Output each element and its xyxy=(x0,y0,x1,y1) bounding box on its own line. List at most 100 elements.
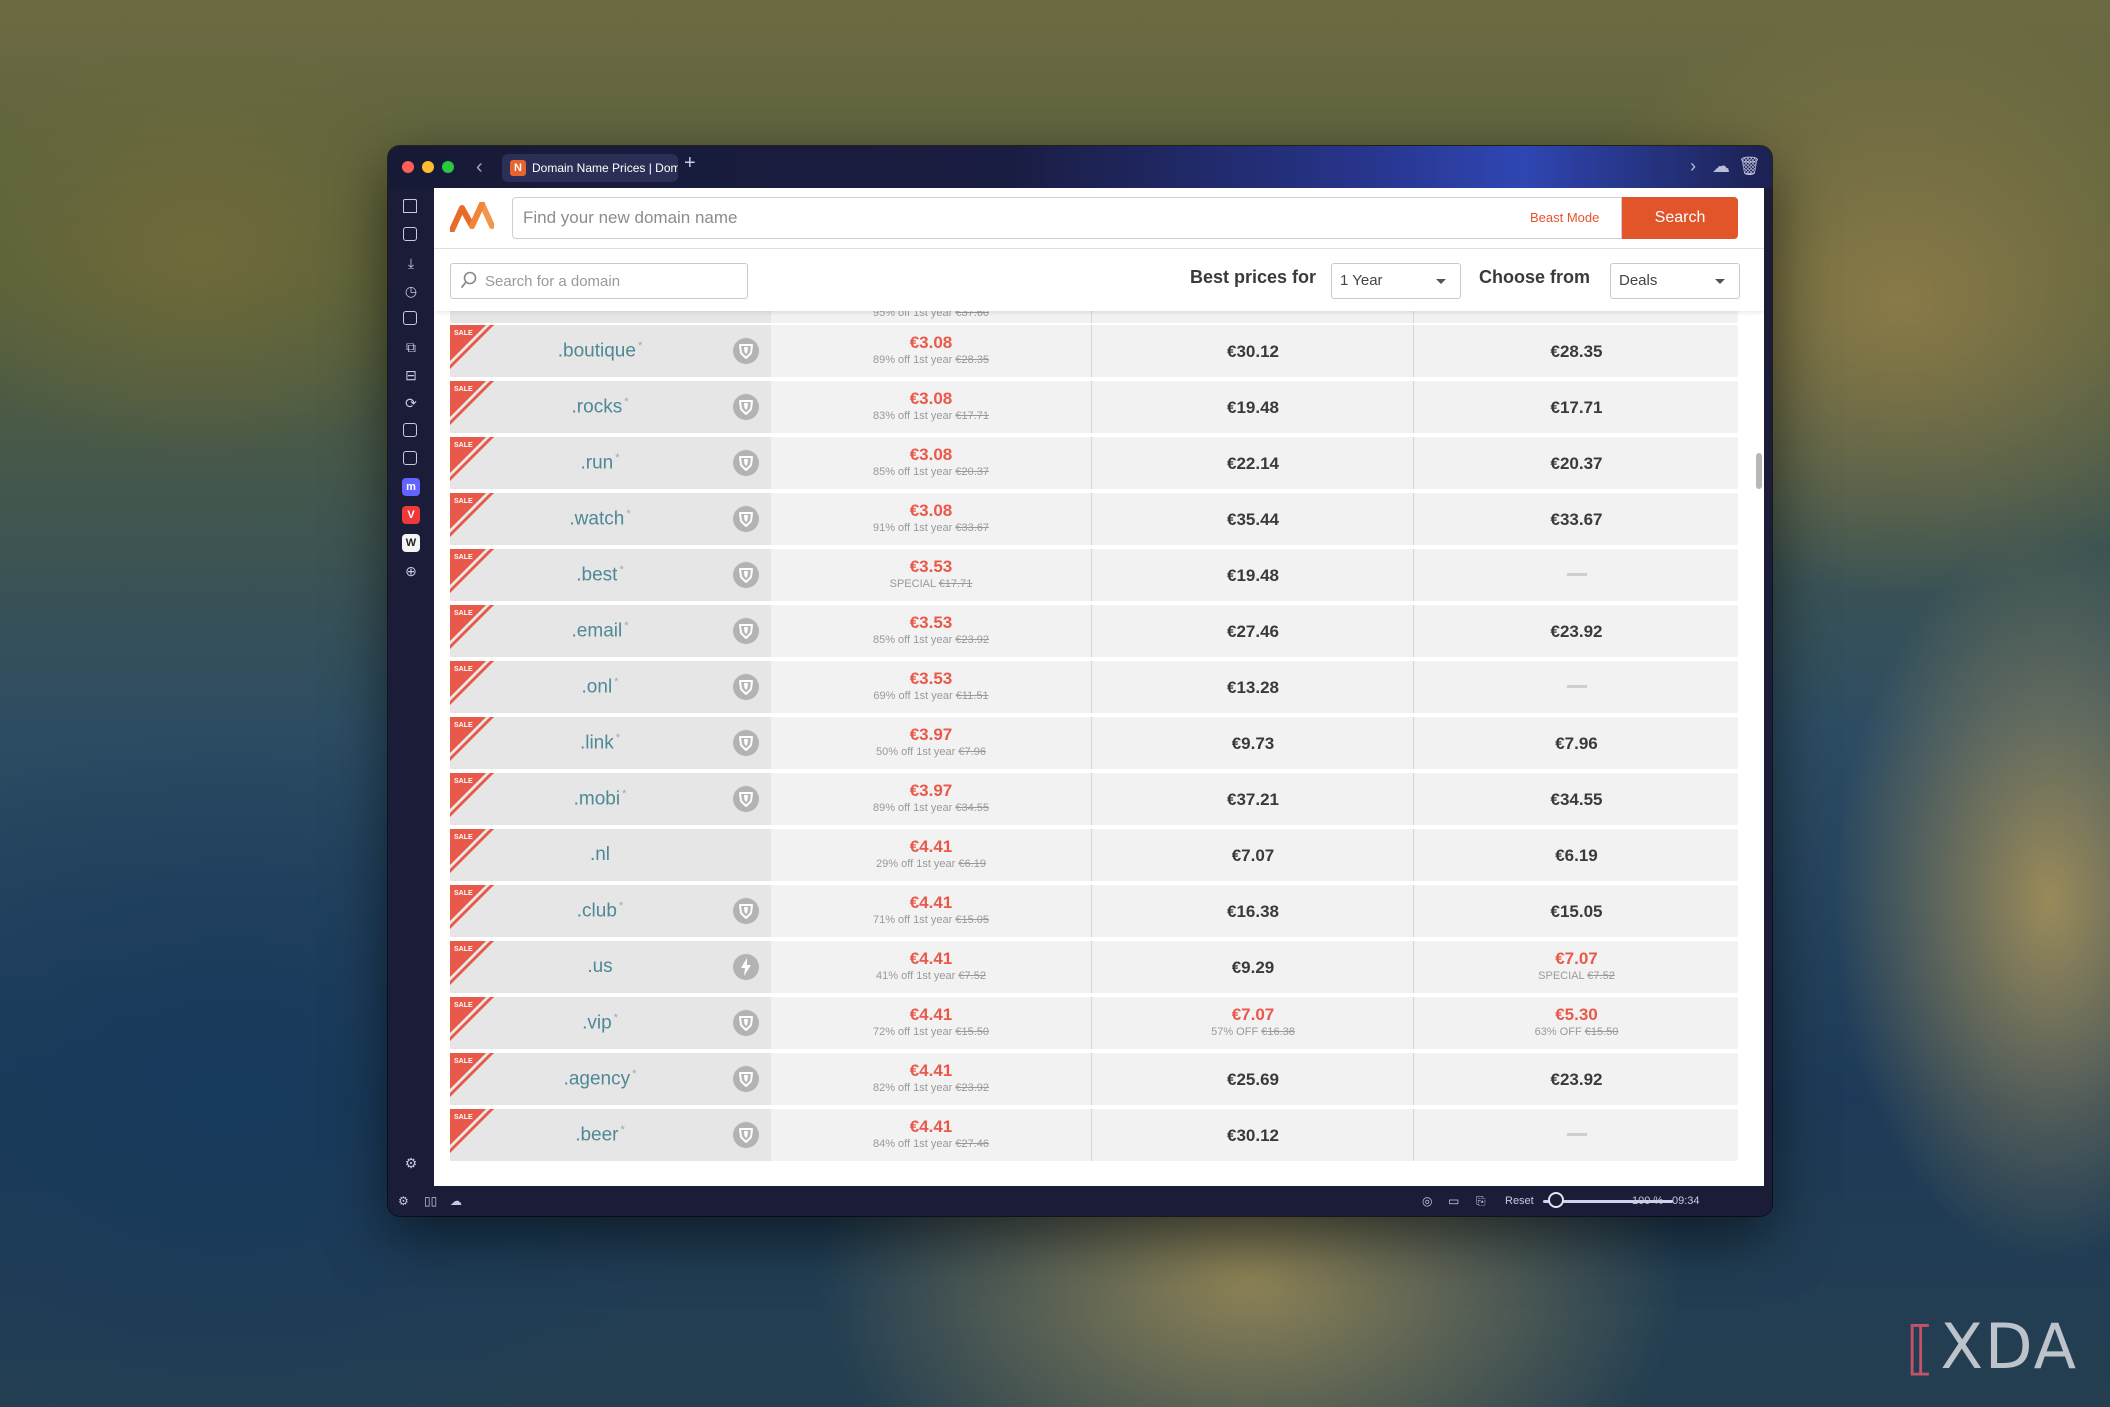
trash-icon[interactable]: 🗑 xyxy=(1738,156,1761,177)
shield-icon[interactable] xyxy=(732,561,760,589)
tld-name[interactable]: .email * xyxy=(510,620,690,642)
tld-name[interactable]: .boutique * xyxy=(510,340,690,362)
tld-name[interactable]: .us xyxy=(510,956,690,978)
shield-icon[interactable] xyxy=(732,337,760,365)
table-row[interactable]: SALE .us €4.41 41% off 1st year €7.52 €9.29 €… xyxy=(450,941,1738,993)
minimize-window-button[interactable] xyxy=(422,161,434,173)
tld-name[interactable]: .onl * xyxy=(510,676,690,698)
namecheap-logo-icon[interactable] xyxy=(450,202,494,232)
register-price-cell: €4.41 41% off 1st year €7.52 xyxy=(771,941,1091,993)
tld-name[interactable]: .best * xyxy=(510,564,690,586)
capture-page-icon[interactable]: ◎ xyxy=(1422,1192,1432,1210)
tld-name[interactable]: .link * xyxy=(510,732,690,754)
tld-name[interactable]: .watch * xyxy=(510,508,690,530)
period-select[interactable]: 1 Year xyxy=(1331,263,1461,299)
table-row[interactable]: SALE .onl * €3.53 69% off 1st year €11.51 €13… xyxy=(450,661,1738,713)
register-price-cell: €3.08 83% off 1st year €17.71 xyxy=(771,381,1091,433)
wikipedia-icon[interactable]: W xyxy=(402,534,420,552)
tasks-icon[interactable] xyxy=(402,450,420,468)
sale-badge: SALE xyxy=(450,549,494,593)
reading-list-icon[interactable] xyxy=(402,226,420,244)
asterisk-marker: * xyxy=(626,508,631,520)
table-row[interactable]: SALE .boutique * €3.08 89% off 1st year €28.… xyxy=(450,325,1738,377)
filter-domain-input[interactable] xyxy=(450,263,748,299)
notes-icon[interactable] xyxy=(402,310,420,328)
table-row[interactable]: SALE .watch * €3.08 91% off 1st year €33.67 €… xyxy=(450,493,1738,545)
cloud-sync-icon[interactable]: ☁ xyxy=(1712,156,1730,177)
tld-name[interactable]: .run * xyxy=(510,452,690,474)
category-select[interactable]: Deals xyxy=(1610,263,1740,299)
zoom-slider-knob[interactable] xyxy=(1548,1192,1564,1208)
downloads-icon[interactable]: ⤓ xyxy=(402,254,420,272)
domain-search-input[interactable] xyxy=(512,197,1622,239)
table-row[interactable]: SALE .mobi * €3.97 89% off 1st year €34.55 €3… xyxy=(450,773,1738,825)
discount-note: 89% off 1st year xyxy=(872,802,953,814)
shield-icon[interactable] xyxy=(732,449,760,477)
table-row[interactable]: SALE .beer * €4.41 84% off 1st year €27.46 €3… xyxy=(450,1109,1738,1161)
price-value: €17.71 xyxy=(1550,398,1603,417)
renew-price-cell: €27.46 xyxy=(1091,605,1414,657)
vivaldi-icon[interactable]: V xyxy=(402,506,420,524)
price-value: €4.41 xyxy=(909,949,953,968)
tld-name[interactable]: .club * xyxy=(510,900,690,922)
page-tiling-icon[interactable]: ▭ xyxy=(1448,1192,1459,1210)
chevron-down-icon xyxy=(1715,279,1725,284)
page-actions-icon[interactable]: ⎘ xyxy=(1476,1192,1486,1210)
asterisk-marker: * xyxy=(618,900,624,912)
close-window-button[interactable] xyxy=(402,161,414,173)
table-row[interactable]: SALE .club * €4.41 71% off 1st year €15.05 €1… xyxy=(450,885,1738,937)
history-icon[interactable]: ◷ xyxy=(402,282,420,300)
bolt-icon[interactable] xyxy=(732,953,760,981)
forward-tab-icon[interactable]: › xyxy=(1690,156,1696,177)
pricing-table: 95% off 1st year €37.60 SALE .boutique * €3… xyxy=(450,311,1738,1186)
renew-price-cell: €30.12 xyxy=(1091,325,1414,377)
shield-icon[interactable] xyxy=(732,673,760,701)
table-row[interactable]: SALE .run * €3.08 85% off 1st year €20.37 €22… xyxy=(450,437,1738,489)
bookmarks-icon[interactable] xyxy=(402,198,420,216)
tiling-icon[interactable]: ▯▯ xyxy=(424,1192,437,1210)
tld-name[interactable]: .nl xyxy=(510,844,690,866)
scrollbar-thumb[interactable] xyxy=(1756,453,1762,489)
translate-icon[interactable]: ⧉ xyxy=(402,338,420,356)
maximize-window-button[interactable] xyxy=(442,161,454,173)
panel-toggle-icon[interactable]: ⚙ xyxy=(398,1192,409,1210)
cloud-icon[interactable]: ☁ xyxy=(450,1192,462,1210)
table-row[interactable]: SALE .email * €3.53 85% off 1st year €23.92 €… xyxy=(450,605,1738,657)
asterisk-marker: * xyxy=(637,340,643,352)
shield-icon[interactable] xyxy=(732,505,760,533)
tld-name[interactable]: .agency * xyxy=(510,1068,690,1090)
table-row[interactable]: SALE .link * €3.97 50% off 1st year €7.96 €9.… xyxy=(450,717,1738,769)
tld-name[interactable]: .rocks * xyxy=(510,396,690,418)
shield-icon[interactable] xyxy=(732,617,760,645)
back-icon[interactable]: ‹ xyxy=(476,154,483,180)
table-row[interactable]: SALE .rocks * €3.08 83% off 1st year €17.71 €… xyxy=(450,381,1738,433)
table-row[interactable]: SALE .nl €4.41 29% off 1st year €6.19 €7.07 €… xyxy=(450,829,1738,881)
zoom-reset-button[interactable]: Reset xyxy=(1505,1192,1534,1210)
capture-icon[interactable]: ⊟ xyxy=(402,366,420,384)
tld-name[interactable]: .vip * xyxy=(510,1012,690,1034)
table-row[interactable]: SALE .agency * €4.41 82% off 1st year €23.92… xyxy=(450,1053,1738,1105)
mastodon-icon[interactable]: m xyxy=(402,478,420,496)
shield-icon[interactable] xyxy=(732,1009,760,1037)
sale-badge-label: SALE xyxy=(454,330,473,337)
settings-gear-icon[interactable]: ⚙ xyxy=(402,1154,420,1172)
shield-icon[interactable] xyxy=(732,393,760,421)
sync-icon[interactable]: ⟳ xyxy=(402,394,420,412)
shield-icon[interactable] xyxy=(732,897,760,925)
beast-mode-link[interactable]: Beast Mode xyxy=(1530,210,1599,225)
browser-window: ‹ N Domain Name Prices | Dom + › ☁ 🗑 ⤓ ◷… xyxy=(388,146,1772,1216)
table-row[interactable]: SALE .vip * €4.41 72% off 1st year €15.50 €7.… xyxy=(450,997,1738,1049)
tld-cell: SALE .vip * xyxy=(450,997,771,1049)
tld-name[interactable]: .beer * xyxy=(510,1124,690,1146)
calendar-icon[interactable] xyxy=(402,422,420,440)
search-button[interactable]: Search xyxy=(1622,197,1738,239)
shield-icon[interactable] xyxy=(732,785,760,813)
table-row[interactable]: SALE .best * €3.53 SPECIAL €17.71 €19.48 xyxy=(450,549,1738,601)
shield-icon[interactable] xyxy=(732,729,760,757)
tld-name[interactable]: .mobi * xyxy=(510,788,690,810)
add-panel-icon[interactable]: ⊕ xyxy=(402,562,420,580)
shield-icon[interactable] xyxy=(732,1065,760,1093)
shield-icon[interactable] xyxy=(732,1121,760,1149)
tab-domain-prices[interactable]: N Domain Name Prices | Dom xyxy=(502,154,678,182)
new-tab-icon[interactable]: + xyxy=(684,152,696,175)
